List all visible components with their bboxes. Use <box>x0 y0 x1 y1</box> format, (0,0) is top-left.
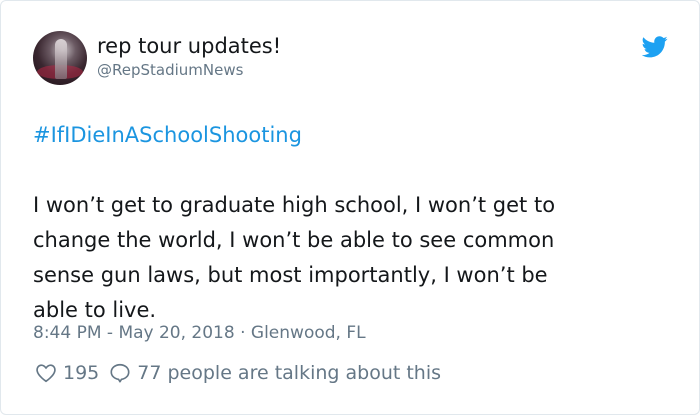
avatar[interactable] <box>33 31 87 85</box>
display-name[interactable]: rep tour updates! <box>97 34 281 58</box>
like-count: 195 <box>63 362 100 384</box>
speech-bubble-icon <box>110 363 130 383</box>
heart-icon[interactable] <box>35 362 57 384</box>
reply-button[interactable] <box>109 362 131 384</box>
tweet-text: I won’t get to graduate high school, I w… <box>33 193 556 322</box>
tweet-card: rep tour updates! @RepStadiumNews #IfIDi… <box>0 0 700 415</box>
timestamp-location[interactable]: 8:44 PM - May 20, 2018 · Glenwood, FL <box>33 323 366 343</box>
twitter-bird-icon[interactable] <box>642 36 668 58</box>
user-handle[interactable]: @RepStadiumNews <box>97 61 243 79</box>
tweet-actions: 195 77 people are talking about this <box>35 361 441 385</box>
hashtag-link[interactable]: #IfIDieInASchoolShooting <box>33 123 302 147</box>
talking-about-link[interactable]: 77 people are talking about this <box>137 362 441 384</box>
avatar-figure <box>55 39 67 79</box>
